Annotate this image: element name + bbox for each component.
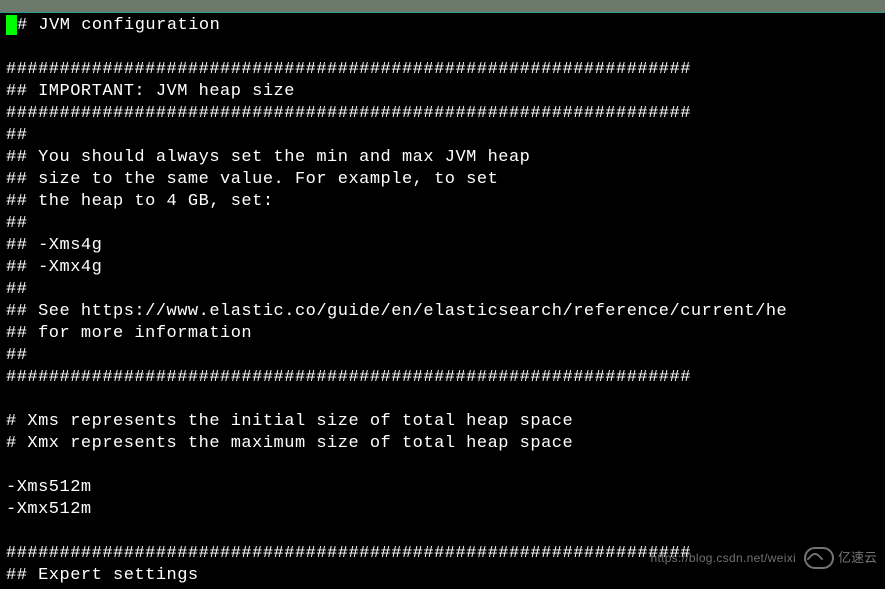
config-line-2: ########################################…	[6, 60, 691, 79]
config-line-10: ## -Xms4g	[6, 236, 102, 255]
config-line-24: ########################################…	[6, 544, 691, 563]
terminal-editor[interactable]: # JVM configuration ####################…	[0, 13, 885, 589]
config-line-19: # Xmx represents the maximum size of tot…	[6, 434, 573, 453]
config-line-8: ## the heap to 4 GB, set:	[6, 192, 274, 211]
watermark: https://blog.csdn.net/weixi 亿速云	[650, 547, 877, 569]
config-line-13: ## See https://www.elastic.co/guide/en/e…	[6, 302, 787, 321]
config-line-4: ########################################…	[6, 104, 691, 123]
config-line-18: # Xms represents the initial size of tot…	[6, 412, 573, 431]
config-line-9: ##	[6, 214, 27, 233]
config-line-25: ## Expert settings	[6, 566, 199, 585]
config-line-22: -Xmx512m	[6, 500, 92, 519]
config-line-5: ##	[6, 126, 27, 145]
config-line-21: -Xms512m	[6, 478, 92, 497]
config-line-16: ########################################…	[6, 368, 691, 387]
window-titlebar	[0, 0, 885, 13]
config-line-15: ##	[6, 346, 27, 365]
watermark-logo: 亿速云	[804, 547, 877, 569]
config-line-6: ## You should always set the min and max…	[6, 148, 530, 167]
config-line-3: ## IMPORTANT: JVM heap size	[6, 82, 295, 101]
watermark-url: https://blog.csdn.net/weixi	[650, 547, 796, 569]
cloud-icon	[804, 547, 834, 569]
config-line-14: ## for more information	[6, 324, 252, 343]
config-line-7: ## size to the same value. For example, …	[6, 170, 498, 189]
watermark-brand: 亿速云	[838, 547, 877, 569]
config-line-12: ##	[6, 280, 27, 299]
config-line-11: ## -Xmx4g	[6, 258, 102, 277]
text-cursor	[6, 15, 17, 35]
config-line-0: # JVM configuration	[17, 16, 220, 35]
